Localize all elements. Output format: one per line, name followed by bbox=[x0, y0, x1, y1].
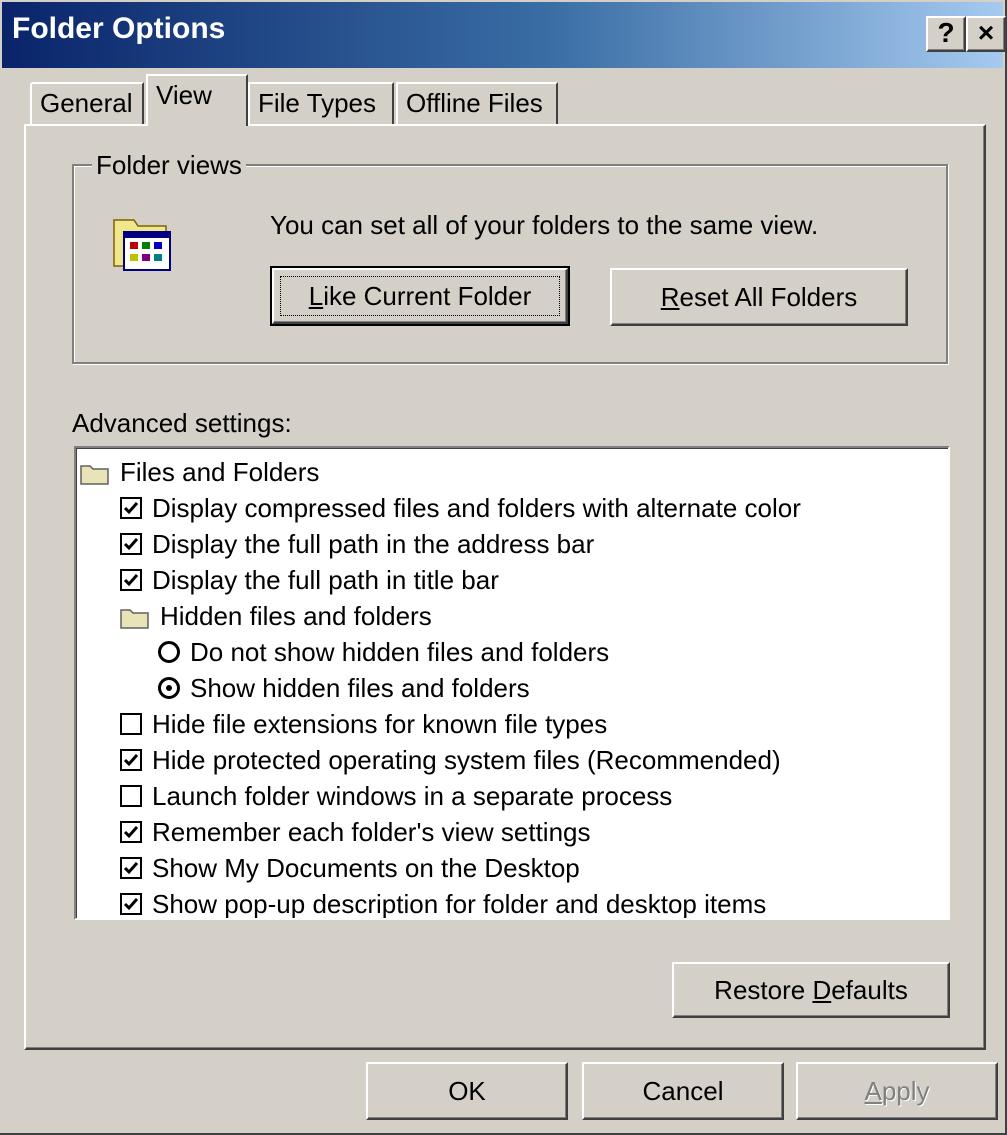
setting-row[interactable]: Launch folder windows in a separate proc… bbox=[120, 778, 672, 814]
tab-view[interactable]: View bbox=[146, 74, 248, 126]
folder-view-icon bbox=[110, 210, 180, 274]
setting-label: Hide protected operating system files (R… bbox=[152, 744, 781, 775]
setting-row[interactable]: Display the full path in the address bar bbox=[120, 526, 594, 562]
setting-row[interactable]: Display the full path in title bar bbox=[120, 562, 499, 598]
setting-checkbox[interactable] bbox=[120, 497, 142, 519]
setting-label: Display the full path in the address bar bbox=[152, 528, 595, 559]
apply-label: Apply bbox=[864, 1076, 930, 1106]
close-button[interactable]: × bbox=[966, 16, 1006, 52]
setting-label: Remember each folder's view settings bbox=[152, 816, 591, 847]
setting-row: Hidden files and folders bbox=[120, 598, 432, 634]
cancel-label: Cancel bbox=[642, 1076, 724, 1106]
setting-row[interactable]: Show My Documents on the Desktop bbox=[120, 850, 580, 886]
setting-checkbox[interactable] bbox=[120, 533, 142, 555]
setting-row[interactable]: Hide protected operating system files (R… bbox=[120, 742, 781, 778]
setting-row[interactable]: Hide file extensions for known file type… bbox=[120, 706, 607, 742]
setting-row[interactable]: Show hidden files and folders bbox=[158, 670, 530, 706]
setting-row[interactable]: Show pop-up description for folder and d… bbox=[120, 886, 767, 919]
ok-button[interactable]: OK bbox=[366, 1062, 568, 1120]
setting-label: Hide file extensions for known file type… bbox=[152, 708, 608, 739]
ok-label: OK bbox=[448, 1076, 486, 1106]
advanced-settings-label: Advanced settings: bbox=[72, 408, 292, 438]
tab-offline-files[interactable]: Offline Files bbox=[396, 82, 558, 124]
title-bar[interactable]: Folder Options ? × bbox=[2, 2, 1006, 68]
setting-checkbox[interactable] bbox=[120, 785, 142, 807]
folder-views-description: You can set all of your folders to the s… bbox=[270, 210, 819, 240]
cancel-button[interactable]: Cancel bbox=[582, 1062, 784, 1120]
setting-checkbox[interactable] bbox=[120, 821, 142, 843]
setting-checkbox[interactable] bbox=[120, 713, 142, 735]
folder-views-legend: Folder views bbox=[92, 150, 246, 181]
tab-general-label: General bbox=[40, 88, 133, 118]
setting-row[interactable]: Do not show hidden files and folders bbox=[158, 634, 609, 670]
setting-checkbox[interactable] bbox=[120, 749, 142, 771]
folder-options-window: Folder Options ? × General View File Typ… bbox=[0, 0, 1007, 1135]
setting-radio[interactable] bbox=[158, 677, 180, 699]
setting-row[interactable]: Remember each folder's view settings bbox=[120, 814, 590, 850]
setting-label: Files and Folders bbox=[120, 456, 320, 487]
setting-row[interactable]: Display compressed files and folders wit… bbox=[120, 490, 801, 526]
close-icon: × bbox=[977, 17, 995, 48]
setting-label: Display the full path in title bar bbox=[152, 564, 499, 595]
folder-views-group: Folder views You can set all of your fol… bbox=[72, 150, 948, 364]
window-title: Folder Options bbox=[12, 12, 226, 45]
tab-general[interactable]: General bbox=[30, 82, 144, 124]
tab-file-types[interactable]: File Types bbox=[248, 82, 394, 124]
setting-row: Files and Folders bbox=[80, 454, 319, 490]
setting-radio[interactable] bbox=[158, 641, 180, 663]
advanced-settings-list[interactable]: Files and Folders Display compressed file… bbox=[74, 446, 950, 920]
view-tab-panel: Folder views You can set all of your fol… bbox=[24, 124, 986, 1050]
reset-all-folders-label: Reset All Folders bbox=[660, 282, 858, 312]
setting-label: Show My Documents on the Desktop bbox=[152, 852, 580, 883]
reset-all-folders-button[interactable]: Reset All Folders bbox=[610, 268, 908, 326]
tab-offline-files-label: Offline Files bbox=[406, 88, 543, 118]
help-icon: ? bbox=[937, 17, 955, 48]
apply-button[interactable]: Apply bbox=[796, 1062, 998, 1120]
restore-defaults-label: Restore Defaults bbox=[714, 975, 908, 1005]
folder-icon bbox=[80, 461, 110, 485]
setting-checkbox[interactable] bbox=[120, 893, 142, 915]
folder-icon bbox=[120, 605, 150, 629]
setting-checkbox[interactable] bbox=[120, 857, 142, 879]
setting-label: Hidden files and folders bbox=[160, 600, 432, 631]
setting-label: Do not show hidden files and folders bbox=[190, 636, 610, 667]
tab-view-label: View bbox=[156, 80, 212, 110]
restore-defaults-button[interactable]: Restore Defaults bbox=[672, 962, 950, 1018]
tab-file-types-label: File Types bbox=[258, 88, 377, 118]
setting-label: Launch folder windows in a separate proc… bbox=[152, 780, 673, 811]
like-current-folder-button[interactable]: Like Current Folder bbox=[270, 266, 570, 326]
setting-checkbox[interactable] bbox=[120, 569, 142, 591]
radio-dot bbox=[166, 685, 172, 691]
focus-rect bbox=[280, 276, 560, 316]
setting-label: Show pop-up description for folder and d… bbox=[152, 888, 767, 919]
setting-label: Display compressed files and folders wit… bbox=[152, 492, 801, 523]
setting-label: Show hidden files and folders bbox=[190, 672, 530, 703]
help-button[interactable]: ? bbox=[926, 16, 966, 52]
